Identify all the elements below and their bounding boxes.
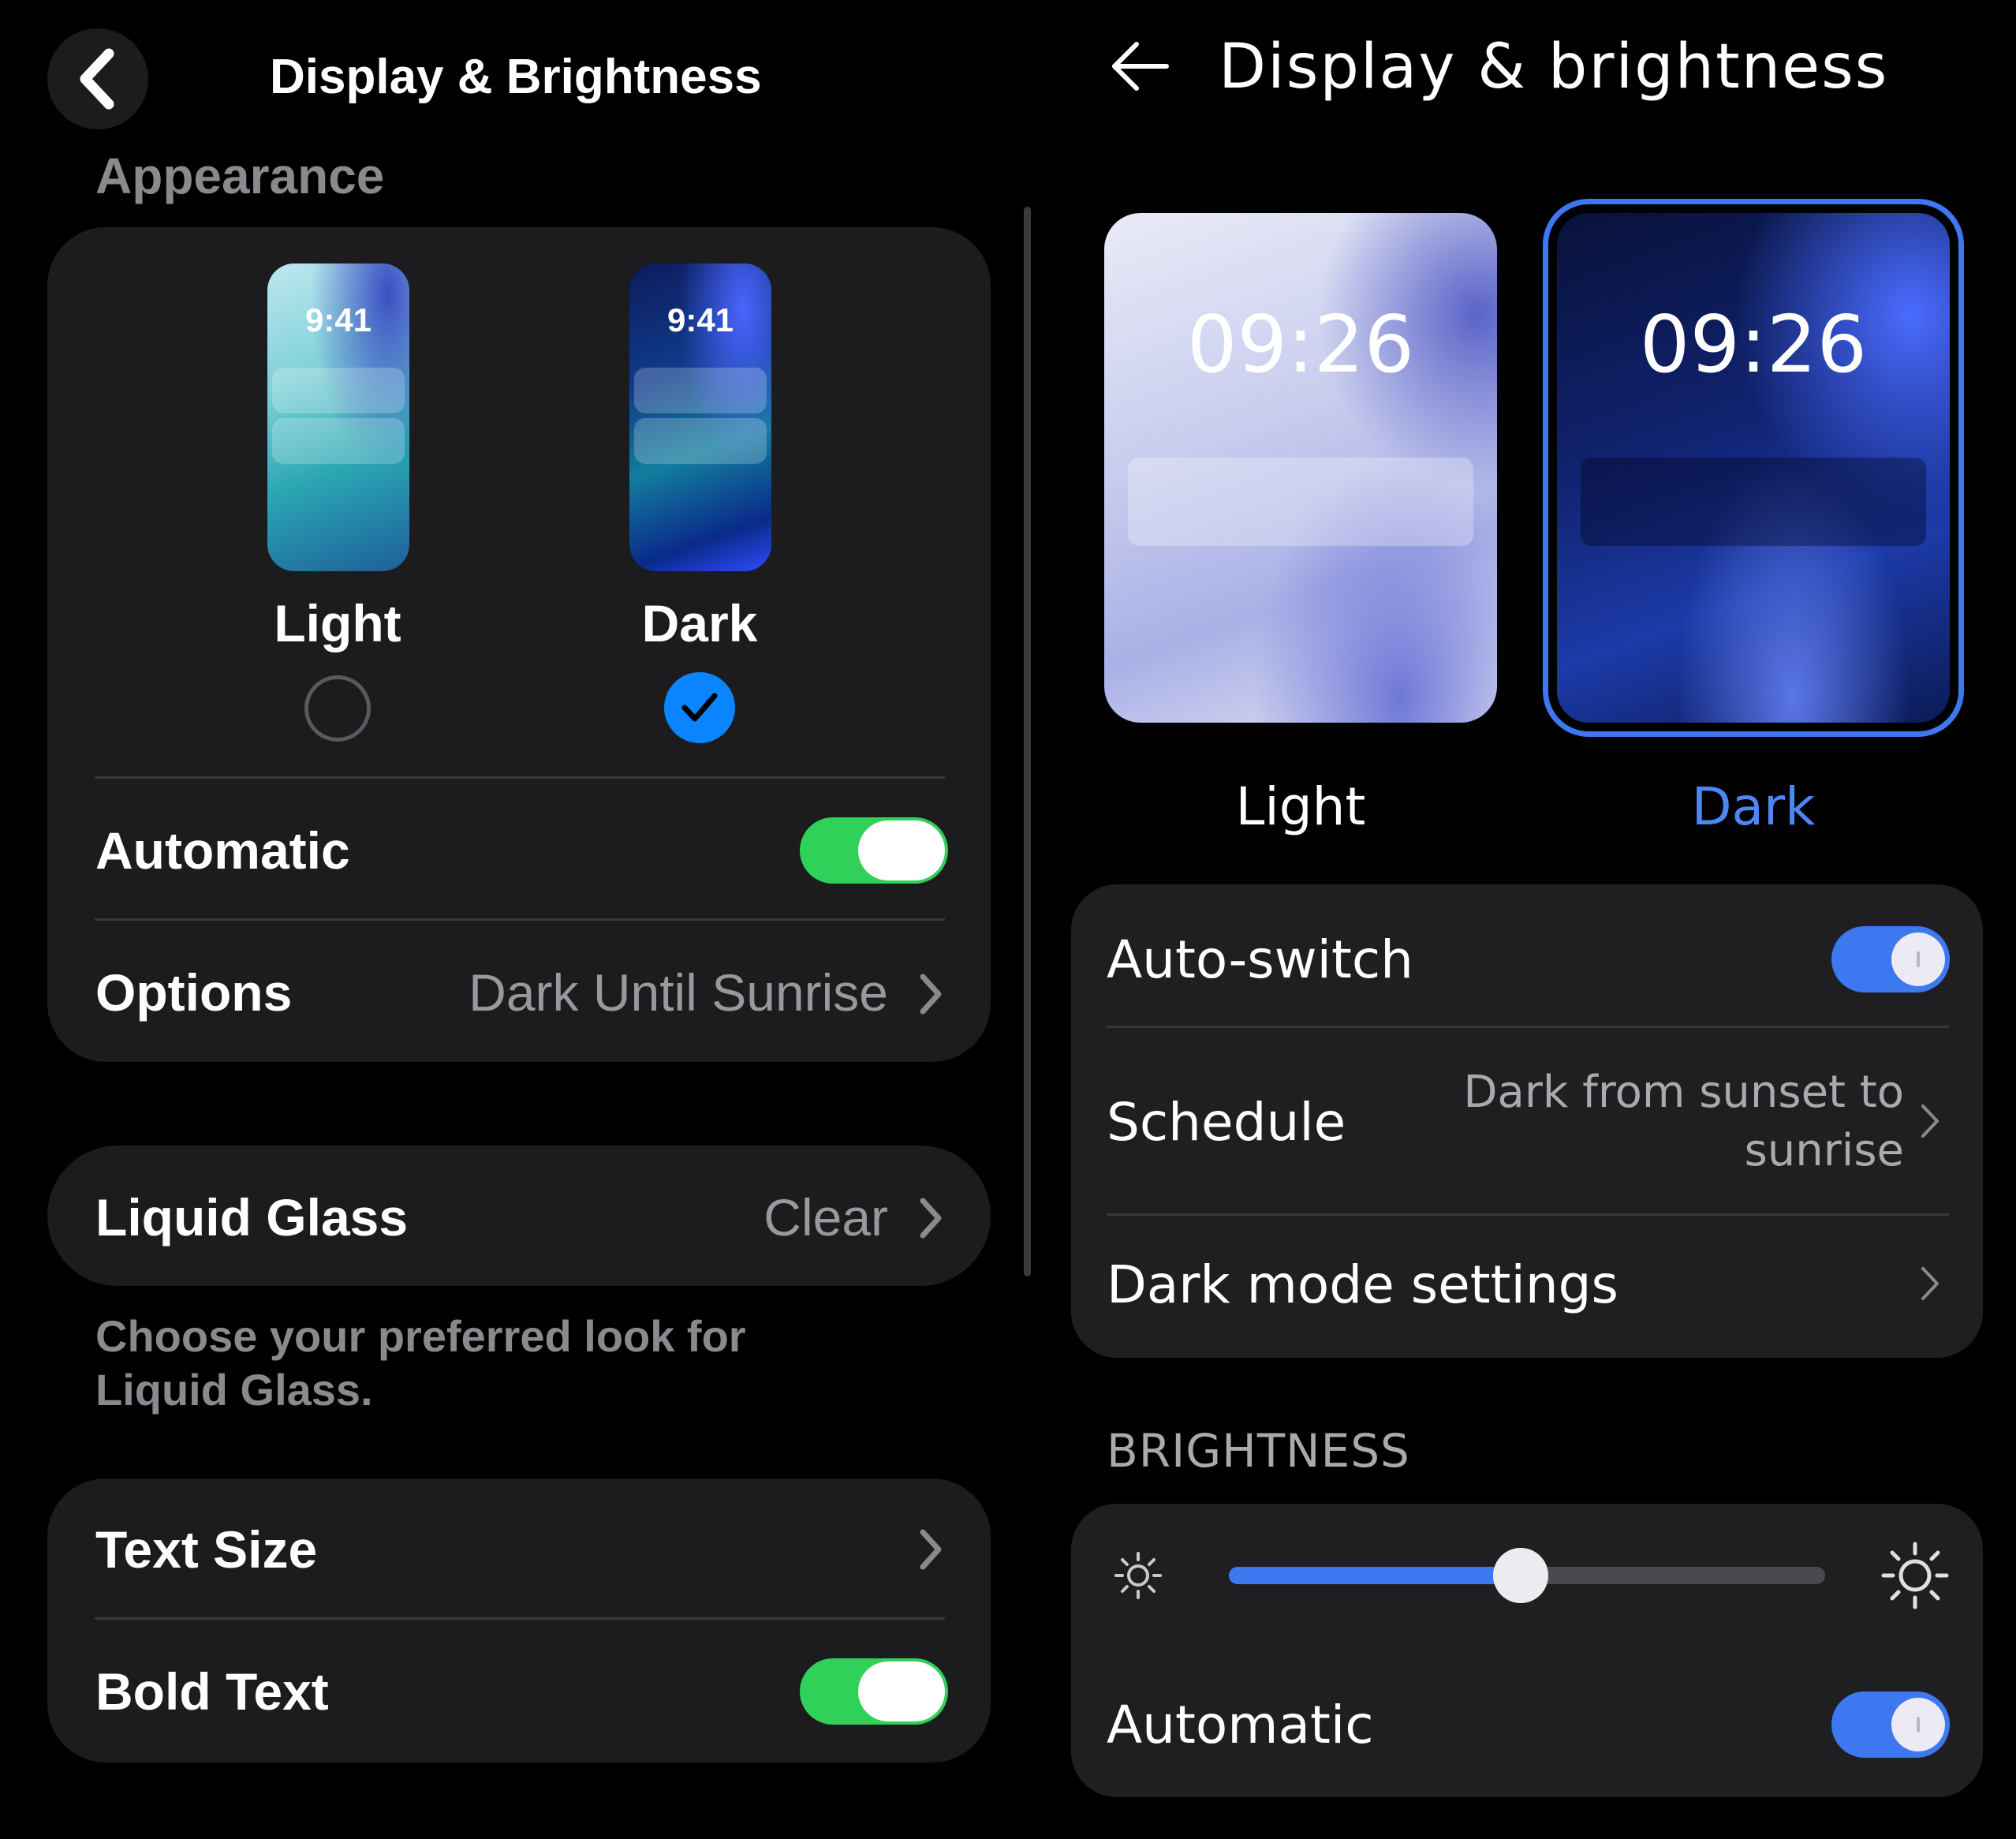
- section-header-brightness: BRIGHTNESS: [1107, 1424, 1410, 1478]
- liquid-glass-value: Clear: [763, 1188, 888, 1247]
- chevron-right-icon: [920, 1198, 942, 1239]
- chevron-right-icon: [1921, 1105, 1939, 1138]
- brightness-slider-thumb[interactable]: [1493, 1548, 1549, 1603]
- checkmark-icon: [681, 693, 718, 722]
- page-title: Display & Brightness: [270, 50, 762, 104]
- dark-mode-preview[interactable]: 09:26: [1557, 213, 1950, 723]
- divider: [95, 776, 945, 779]
- liquid-glass-footnote: Choose your preferred look for Liquid Gl…: [95, 1311, 746, 1415]
- divider: [95, 1617, 945, 1620]
- dark-mode-label: Dark: [1691, 776, 1816, 837]
- chevron-left-icon: [80, 48, 114, 110]
- dark-preview-time: 9:41: [666, 301, 734, 338]
- toggle-knob: [858, 820, 945, 880]
- auto-switch-label: Auto-switch: [1107, 929, 1413, 990]
- dark-preview-time: 09:26: [1639, 298, 1868, 391]
- schedule-label: Schedule: [1107, 1092, 1346, 1153]
- bold-text-toggle[interactable]: [800, 1658, 948, 1725]
- brightness-high-icon: [1881, 1542, 1949, 1609]
- light-mode-label: Light: [1235, 776, 1366, 837]
- toggle-knob: [1891, 1698, 1945, 1751]
- schedule-value-line1: Dark from sunset to: [1463, 1067, 1904, 1118]
- chevron-right-icon: [1921, 1267, 1939, 1300]
- light-mode-radio[interactable]: [304, 675, 371, 742]
- widget-placeholder: [634, 418, 767, 464]
- back-button[interactable]: [47, 28, 148, 129]
- scrollbar: [1024, 207, 1031, 1276]
- automatic-label: Automatic: [95, 821, 350, 880]
- toggle-knob: [1891, 933, 1945, 986]
- text-size-label: Text Size: [95, 1520, 318, 1579]
- widget-placeholder: [272, 418, 405, 464]
- toggle-knob: [858, 1661, 945, 1721]
- back-arrow-icon[interactable]: [1108, 35, 1171, 98]
- schedule-value-line2: sunrise: [1744, 1125, 1904, 1176]
- section-header-appearance: Appearance: [95, 148, 385, 204]
- brightness-automatic-toggle[interactable]: [1831, 1691, 1950, 1758]
- options-value: Dark Until Sunrise: [469, 963, 888, 1022]
- brightness-low-icon: [1114, 1552, 1162, 1599]
- light-preview-time: 09:26: [1186, 298, 1415, 391]
- widget-placeholder: [272, 368, 405, 413]
- options-label: Options: [95, 963, 293, 1022]
- brightness-automatic-label: Automatic: [1107, 1695, 1374, 1755]
- chevron-right-icon: [920, 1529, 942, 1570]
- chevron-right-icon: [920, 974, 942, 1015]
- page-title: Display & brightness: [1219, 32, 1889, 103]
- automatic-toggle[interactable]: [800, 817, 948, 884]
- widget-placeholder: [634, 368, 767, 413]
- auto-switch-toggle[interactable]: [1831, 926, 1950, 992]
- widget-placeholder: [1581, 458, 1926, 546]
- dark-mode-label: Dark: [641, 594, 758, 652]
- dark-mode-radio[interactable]: [664, 672, 735, 743]
- dark-mode-settings-label: Dark mode settings: [1107, 1254, 1618, 1315]
- light-mode-preview[interactable]: 09:26: [1104, 213, 1497, 723]
- liquid-glass-label: Liquid Glass: [95, 1188, 409, 1247]
- light-mode-preview[interactable]: 9:41: [267, 264, 409, 571]
- widget-placeholder: [1128, 458, 1473, 546]
- light-mode-label: Light: [274, 594, 401, 652]
- divider: [1107, 1026, 1949, 1028]
- bold-text-label: Bold Text: [95, 1662, 329, 1721]
- divider: [95, 918, 945, 921]
- brightness-slider-fill: [1229, 1567, 1521, 1584]
- divider: [1107, 1213, 1949, 1216]
- dark-mode-preview[interactable]: 9:41: [629, 264, 771, 571]
- light-preview-time: 9:41: [304, 301, 372, 338]
